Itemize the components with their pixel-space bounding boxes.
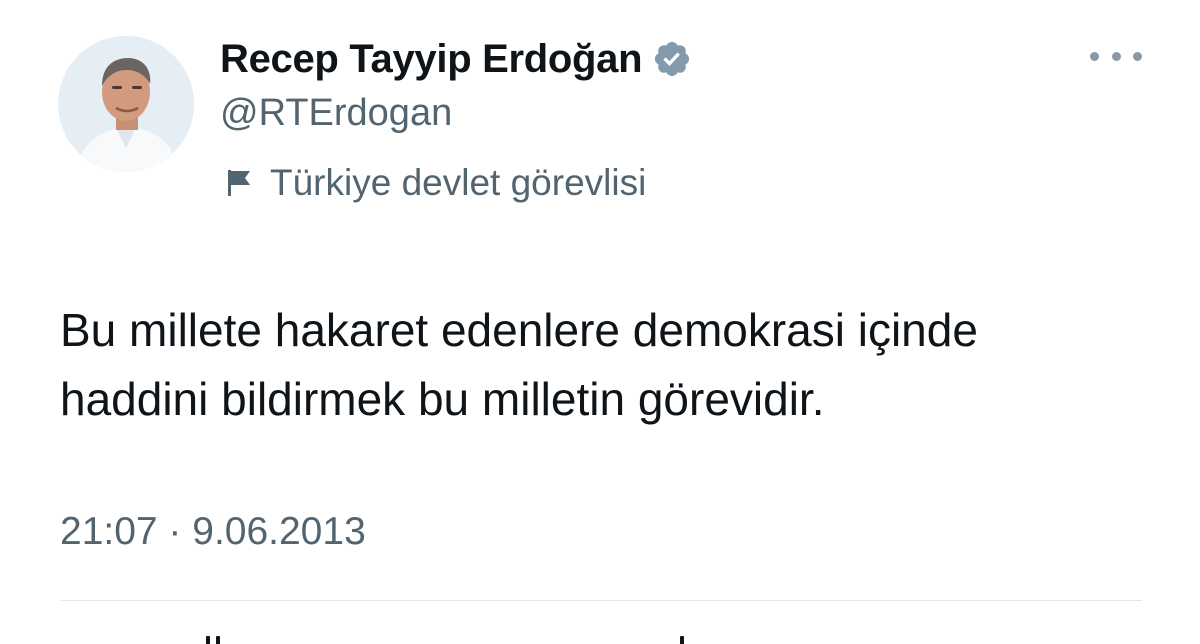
tweet-card: Recep Tayyip Erdoğan @RTErdogan Türkiye …: [0, 0, 1200, 644]
avatar-image: [58, 36, 194, 172]
affiliation-text: Türkiye devlet görevlisi: [270, 162, 647, 203]
tweet-text: Bu millete hakaret edenlere demokrasi iç…: [60, 304, 978, 425]
cropped-stats-row: [200, 630, 720, 644]
more-dot-icon: [1090, 51, 1099, 61]
more-dot-icon: [1111, 51, 1121, 61]
verified-badge-icon: [652, 39, 692, 79]
more-options-button[interactable]: [1090, 40, 1142, 72]
tweet-timestamp[interactable]: 21:07 · 9.06.2013: [60, 510, 366, 554]
author-display-name[interactable]: Recep Tayyip Erdoğan: [220, 37, 643, 82]
more-dot-icon: [1133, 51, 1142, 61]
author-handle[interactable]: @RTErdogan: [220, 92, 452, 135]
flag-icon: [222, 166, 256, 200]
author-name-row: Recep Tayyip Erdoğan: [220, 34, 692, 84]
avatar[interactable]: [58, 36, 194, 172]
affiliation-label: Türkiye devlet görevlisi: [222, 160, 646, 206]
divider: [60, 600, 1142, 601]
